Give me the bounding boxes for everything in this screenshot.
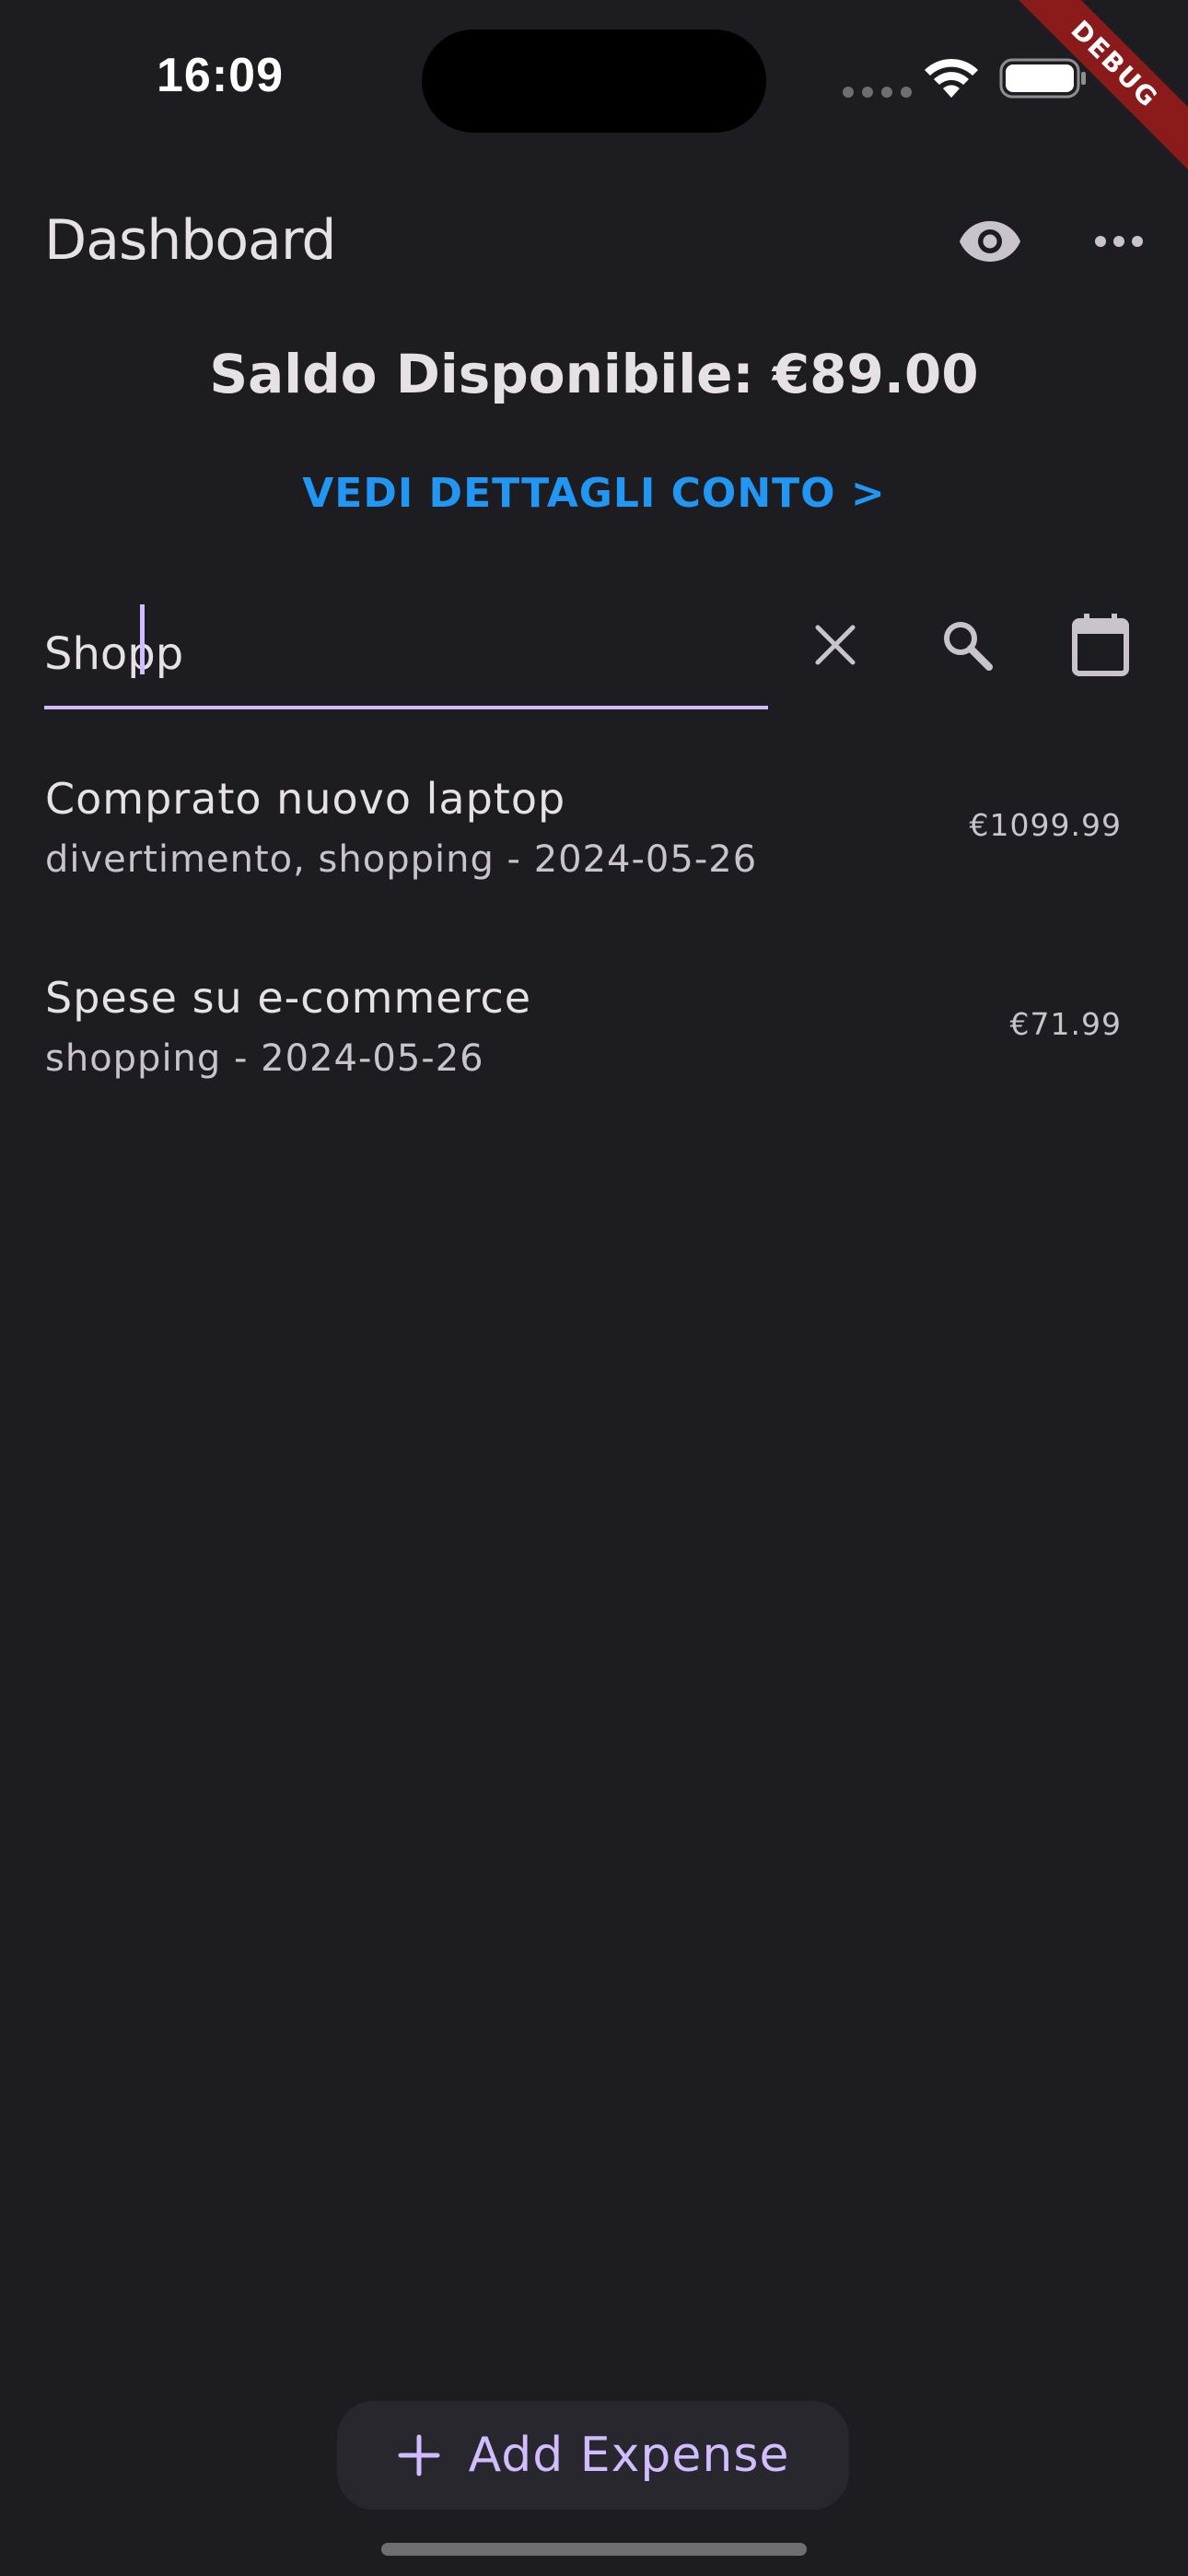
dynamic-island [422,29,766,133]
add-expense-label: Add Expense [468,2428,790,2483]
more-horizontal-icon [1095,236,1143,247]
list-item[interactable]: Spese su e-commerce shopping - 2024-05-2… [0,945,1188,1144]
calendar-icon [1072,614,1129,676]
toggle-visibility-button[interactable] [949,208,1031,275]
search-field[interactable] [44,599,768,709]
expense-title: Comprato nuovo laptop [45,774,566,824]
expense-subtitle: shopping - 2024-05-26 [45,1037,484,1080]
eye-icon [960,221,1020,262]
search-button[interactable] [921,599,1013,691]
balance-text: Saldo Disponibile: €89.00 [209,343,979,405]
wifi-icon [925,58,978,98]
search-input[interactable] [44,617,768,691]
date-filter-button[interactable] [1054,599,1147,691]
expense-title: Spese su e-commerce [45,973,532,1023]
expense-amount: €1099.99 [969,807,1122,843]
cellular-signal-icon [843,87,912,98]
status-time: 16:09 [157,49,284,102]
close-icon [815,625,856,665]
debug-banner: DEBUG [1004,0,1188,184]
add-expense-button[interactable]: Add Expense [337,2401,849,2510]
list-item[interactable]: Comprato nuovo laptop divertimento, shop… [0,746,1188,945]
expense-list: Comprato nuovo laptop divertimento, shop… [0,746,1188,1144]
search-icon [944,622,993,671]
account-details-link[interactable]: VEDI DETTAGLI CONTO > [0,470,1188,517]
home-indicator[interactable] [381,2543,807,2556]
more-options-button[interactable] [1077,208,1160,275]
expense-subtitle: divertimento, shopping - 2024-05-26 [45,838,758,881]
debug-label: DEBUG [1004,0,1188,179]
expense-amount: €71.99 [1009,1006,1122,1042]
plus-icon [398,2434,440,2476]
page-title: Dashboard [44,208,337,273]
text-cursor [140,604,145,674]
clear-search-button[interactable] [789,599,881,691]
